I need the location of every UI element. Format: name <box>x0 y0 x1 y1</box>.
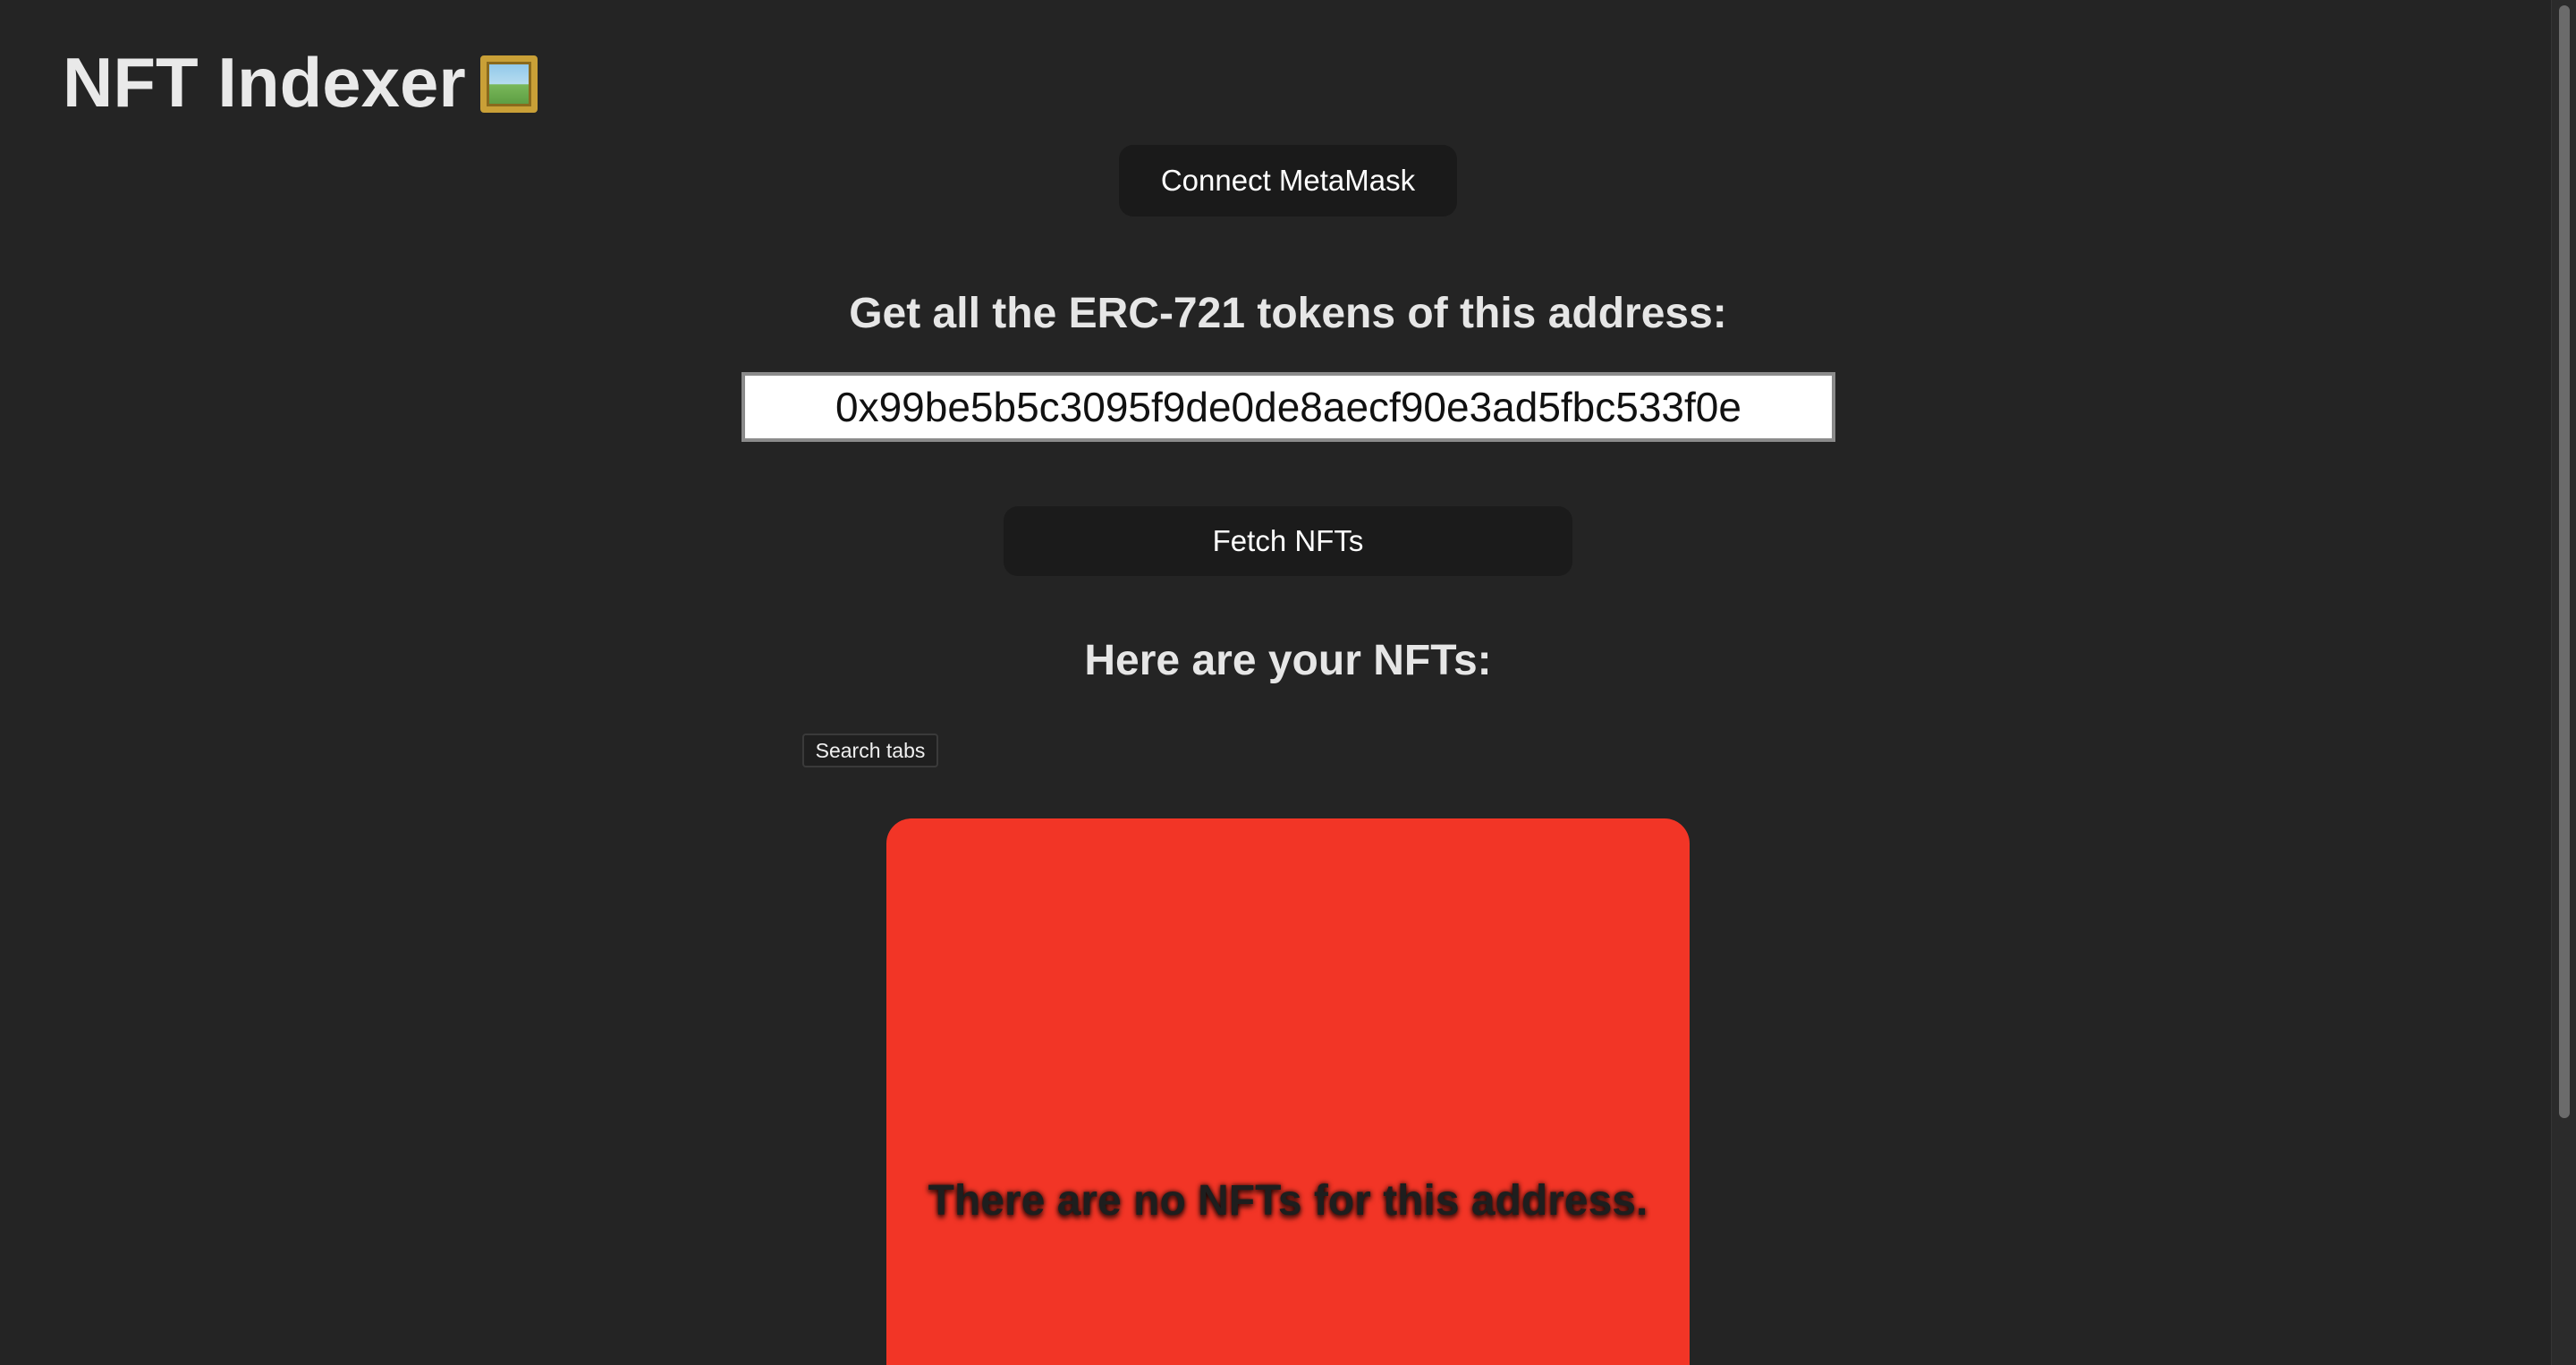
framed-picture-icon <box>479 55 538 113</box>
lookup-heading: Get all the ERC-721 tokens of this addre… <box>849 290 1727 337</box>
empty-results-card: There are no NFTs for this address. <box>886 818 1690 1365</box>
scrollbar-thumb[interactable] <box>2559 5 2570 1118</box>
results-heading: Here are your NFTs: <box>1084 637 1492 684</box>
search-tabs-button[interactable]: Search tabs <box>802 733 938 767</box>
app-title-text: NFT Indexer <box>63 43 466 122</box>
connect-metamask-button[interactable]: Connect MetaMask <box>1119 145 1457 216</box>
app-page: NFT Indexer Connect MetaMask Get all the… <box>0 0 2576 1365</box>
app-title: NFT Indexer <box>63 36 538 129</box>
empty-results-message: There are no NFTs for this address. <box>928 1177 1648 1225</box>
fetch-nfts-button[interactable]: Fetch NFTs <box>1004 506 1572 576</box>
page-scrollbar[interactable] <box>2551 0 2576 1365</box>
address-input[interactable] <box>741 372 1835 442</box>
